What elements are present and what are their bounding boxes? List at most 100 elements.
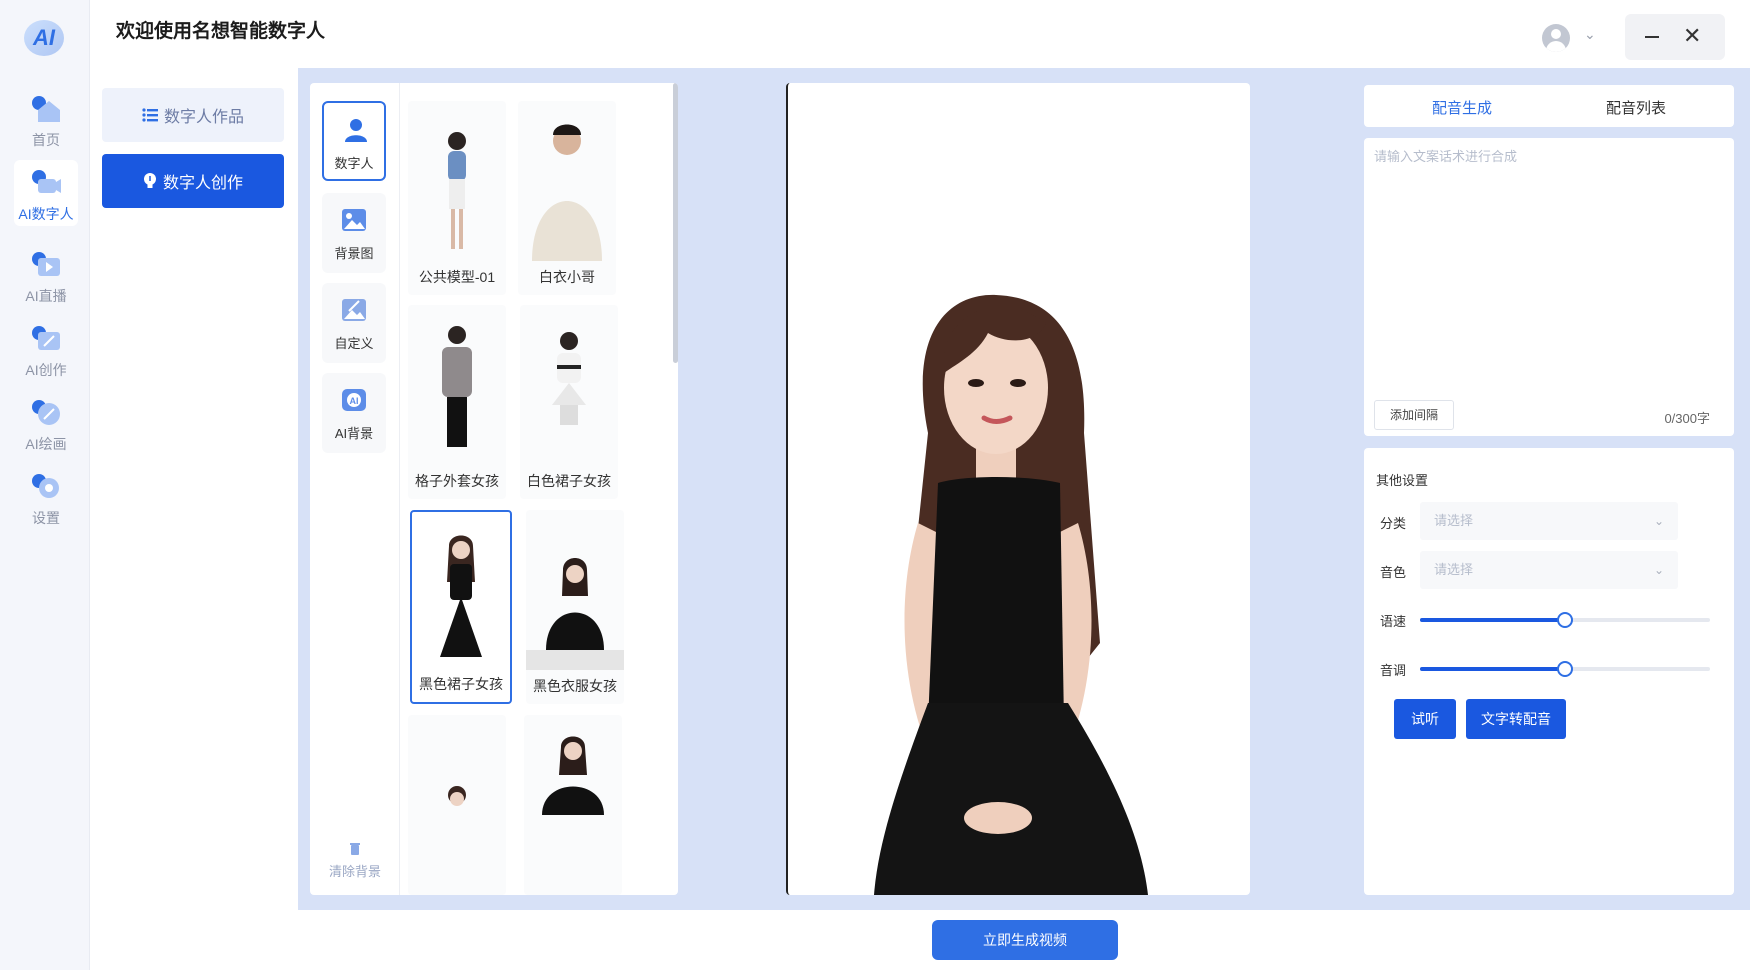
ai-image-icon: AI <box>342 389 366 411</box>
tab-voice-list[interactable]: 配音列表 <box>1606 97 1666 118</box>
avatar-grid: 公共模型-01 白衣小哥 格子外套女孩 白色裙子女孩 黑色裙子女孩 黑色衣服女孩 <box>400 83 678 895</box>
speed-label: 语速 <box>1380 614 1407 629</box>
avatar-thumbnail <box>448 132 466 249</box>
digital-human-preview <box>874 294 1148 895</box>
avatar-card[interactable] <box>524 715 622 895</box>
avatar-name: 黑色裙子女孩 <box>419 676 503 692</box>
pitch-slider-fill <box>1420 667 1565 671</box>
rail-item-ai-live[interactable]: AI直播 <box>14 242 78 308</box>
avatar-card[interactable]: 白衣小哥 <box>518 101 616 295</box>
speed-slider-handle[interactable] <box>1557 612 1573 628</box>
person-icon <box>345 119 367 142</box>
app-logo: AI <box>24 20 64 56</box>
pitch-label: 音调 <box>1380 663 1407 678</box>
avatar-thumbnail <box>532 124 602 261</box>
speed-slider[interactable] <box>1420 612 1710 628</box>
chevron-down-icon[interactable]: ⌄ <box>1584 26 1596 43</box>
rail-item-home[interactable]: 首页 <box>14 86 78 152</box>
category-tabs: 数字人 背景图 自定义 AI AI背景 清除背景 <box>310 83 400 895</box>
live-icon <box>32 252 60 276</box>
tab-custom[interactable]: 自定义 <box>322 283 386 363</box>
avatar-name: 黑色衣服女孩 <box>533 678 617 694</box>
rail-label: AI直播 <box>25 288 67 304</box>
rail-label: AI创作 <box>25 362 67 378</box>
rail-item-ai-create[interactable]: AI创作 <box>14 316 78 382</box>
category-select[interactable]: 请选择 ⌄ <box>1420 502 1678 540</box>
generate-video-button[interactable]: 立即生成视频 <box>932 920 1118 960</box>
tab-voice-generate[interactable]: 配音生成 <box>1432 97 1492 118</box>
char-counter: 0/300字 <box>1664 411 1710 426</box>
rail-item-ai-paint[interactable]: AI绘画 <box>14 390 78 456</box>
rail-label: AI数字人 <box>18 206 74 222</box>
main-area: 数字人 背景图 自定义 AI AI背景 清除背景 公共模型-01 白衣小哥 格子… <box>298 68 1750 910</box>
rail-label: 设置 <box>32 510 60 526</box>
avatar-card[interactable]: 白色裙子女孩 <box>520 305 618 499</box>
voice-label: 音色 <box>1380 565 1407 580</box>
category-select-value: 请选择 <box>1434 513 1474 528</box>
script-textarea[interactable] <box>1374 146 1724 386</box>
works-button[interactable]: 数字人作品 <box>102 88 284 142</box>
top-bar: 欢迎使用名想智能数字人 ⌄ ✕ <box>90 0 1750 68</box>
script-input-panel: 添加间隔 0/300字 <box>1364 138 1734 436</box>
avatar-name: 格子外套女孩 <box>415 473 499 489</box>
image-icon <box>342 209 366 231</box>
paint-icon <box>32 400 60 425</box>
home-icon <box>32 96 60 122</box>
tab-avatar[interactable]: 数字人 <box>322 101 386 181</box>
text-to-voice-button[interactable]: 文字转配音 <box>1466 699 1566 739</box>
avatar-thumbnail <box>552 332 586 425</box>
avatar-name: 白色裙子女孩 <box>527 473 611 489</box>
avatar-thumbnail <box>442 326 472 447</box>
create-label: 数字人创作 <box>162 175 243 192</box>
chevron-down-icon: ⌄ <box>1653 563 1664 577</box>
tab-ai-background[interactable]: AI AI背景 <box>322 373 386 453</box>
asset-panel: 数字人 背景图 自定义 AI AI背景 清除背景 公共模型-01 白衣小哥 格子… <box>310 83 678 895</box>
svg-text:AI: AI <box>32 25 56 50</box>
avatar-card[interactable]: 格子外套女孩 <box>408 305 506 499</box>
category-label: 分类 <box>1380 516 1407 531</box>
avatar-name: 公共模型-01 <box>418 269 496 285</box>
speed-slider-fill <box>1420 618 1565 622</box>
avatar-card[interactable] <box>408 715 506 895</box>
voice-select-value: 请选择 <box>1434 562 1474 577</box>
preview-canvas <box>786 83 1250 895</box>
edit-icon <box>32 326 60 350</box>
close-button[interactable]: ✕ <box>1683 24 1701 48</box>
asset-scrollbar[interactable] <box>673 83 678 363</box>
tab-label: 背景图 <box>334 246 374 261</box>
bulb-icon <box>143 173 156 188</box>
listen-button[interactable]: 试听 <box>1394 699 1456 739</box>
svg-text:AI: AI <box>350 396 359 406</box>
tab-background[interactable]: 背景图 <box>322 193 386 273</box>
rail-item-ai-avatar[interactable]: AI数字人 <box>14 160 78 226</box>
custom-image-icon <box>342 299 366 321</box>
tab-label: AI背景 <box>334 426 374 441</box>
create-button[interactable]: 数字人创作 <box>102 154 284 208</box>
avatar-card[interactable]: 黑色衣服女孩 <box>526 510 624 704</box>
list-icon <box>142 108 158 122</box>
avatar-thumbnail <box>526 558 624 670</box>
rail-label: AI绘画 <box>25 436 67 452</box>
avatar-card[interactable]: 公共模型-01 <box>408 101 506 295</box>
pitch-slider[interactable] <box>1420 661 1710 677</box>
sub-nav: 数字人作品 数字人创作 <box>90 68 298 970</box>
gear-icon <box>32 474 59 498</box>
voice-select[interactable]: 请选择 ⌄ <box>1420 551 1678 589</box>
left-rail: AI 首页 AI数字人 AI直播 AI创作 AI绘画 设置 <box>0 0 90 970</box>
add-interval-button[interactable]: 添加间隔 <box>1374 400 1454 430</box>
rail-label: 首页 <box>32 132 60 148</box>
user-avatar[interactable] <box>1542 24 1570 52</box>
tab-label: 数字人 <box>334 156 374 171</box>
clear-background-label: 清除背景 <box>328 864 381 879</box>
avatar-card-selected[interactable]: 黑色裙子女孩 <box>410 510 512 704</box>
clear-background-button[interactable]: 清除背景 <box>310 841 400 880</box>
pitch-slider-handle[interactable] <box>1557 661 1573 677</box>
tab-label: 自定义 <box>334 336 374 351</box>
chevron-down-icon: ⌄ <box>1653 514 1664 528</box>
settings-heading: 其他设置 <box>1376 473 1429 488</box>
rail-item-settings[interactable]: 设置 <box>14 464 78 530</box>
bottom-bar: 立即生成视频 <box>298 910 1750 970</box>
other-settings-panel: 其他设置 分类 请选择 ⌄ 音色 请选择 ⌄ 语速 音调 试听 文字转配音 <box>1364 448 1734 895</box>
avatar-thumbnail <box>448 786 466 806</box>
minimize-button[interactable] <box>1645 36 1659 38</box>
